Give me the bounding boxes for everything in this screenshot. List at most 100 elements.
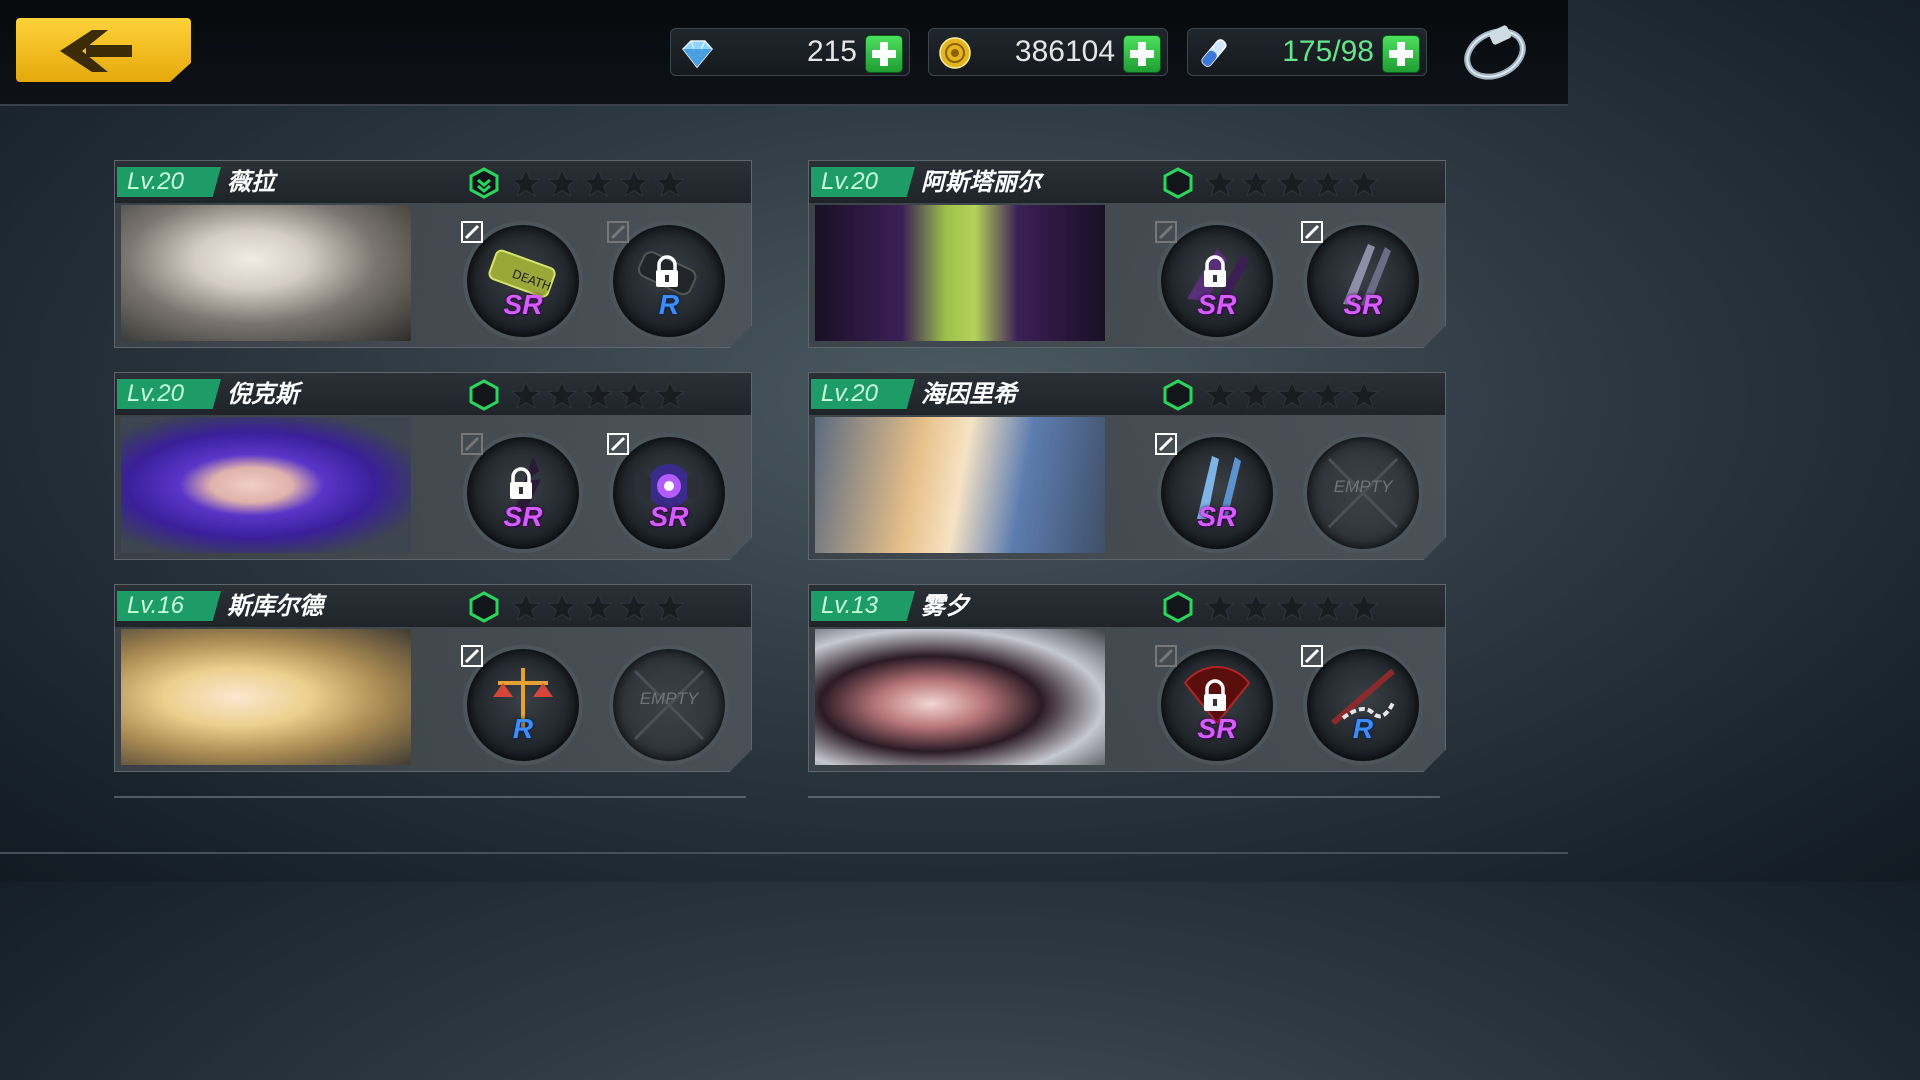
add-gold-button[interactable] <box>1123 35 1161 73</box>
rarity-label: SR <box>1197 501 1237 532</box>
rarity-label: SR <box>1197 713 1237 744</box>
star-icon <box>1349 380 1379 410</box>
star-icon <box>655 380 685 410</box>
empty-equip-slot[interactable]: EMPTY <box>1303 433 1423 553</box>
character-name: 阿斯塔丽尔 <box>921 168 1041 196</box>
upgrade-hex-icon[interactable] <box>469 167 499 199</box>
ring-icon[interactable] <box>1460 20 1530 84</box>
star-icon <box>511 592 541 622</box>
level-badge: Lv.20 <box>117 379 221 409</box>
star-rating <box>511 380 685 410</box>
level-badge: Lv.20 <box>811 379 915 409</box>
stamina-value: 175/98 <box>1282 35 1374 68</box>
star-icon <box>1349 592 1379 622</box>
crystal-value: 215 <box>806 35 857 68</box>
level-badge: Lv.13 <box>811 591 915 621</box>
character-name: 海因里希 <box>921 380 1017 408</box>
list-separator <box>808 796 1440 798</box>
coin-icon <box>939 37 971 69</box>
character-portrait[interactable] <box>815 629 1105 765</box>
character-card[interactable]: Lv.20 阿斯塔丽尔 SR SR <box>808 160 1446 348</box>
star-icon <box>1205 592 1235 622</box>
character-portrait[interactable] <box>121 629 411 765</box>
hex-icon[interactable] <box>1163 591 1193 623</box>
edit-icon <box>1155 221 1177 243</box>
list-separator <box>114 796 746 798</box>
empty-equip-slot[interactable]: EMPTY <box>609 645 729 765</box>
star-icon <box>1205 380 1235 410</box>
star-icon <box>1241 592 1271 622</box>
star-icon <box>547 592 577 622</box>
rarity-label: R <box>1352 713 1374 744</box>
rarity-label: SR <box>1343 289 1383 320</box>
character-portrait[interactable] <box>815 417 1105 553</box>
rarity-label: R <box>658 289 680 320</box>
character-name: 薇拉 <box>227 168 275 196</box>
character-card[interactable]: Lv.20 薇拉 DEATH SR R <box>114 160 752 348</box>
character-card[interactable]: Lv.20 海因里希 SR EMPTY <box>808 372 1446 560</box>
footer-divider <box>0 852 1568 854</box>
character-name: 倪克斯 <box>227 380 299 408</box>
star-icon <box>1277 168 1307 198</box>
star-rating <box>511 168 685 198</box>
star-icon <box>583 592 613 622</box>
level-badge: Lv.16 <box>117 591 221 621</box>
rarity-label: SR <box>649 501 689 532</box>
character-portrait[interactable] <box>121 417 411 553</box>
star-icon <box>1241 168 1271 198</box>
star-icon <box>1277 380 1307 410</box>
character-name: 雾夕 <box>921 592 969 620</box>
hex-icon[interactable] <box>469 591 499 623</box>
edit-icon[interactable] <box>461 645 483 667</box>
rarity-label: SR <box>1197 289 1237 320</box>
hex-icon[interactable] <box>1163 379 1193 411</box>
edit-icon[interactable] <box>1301 645 1323 667</box>
stamina-counter: 175/98 <box>1187 28 1427 76</box>
hex-icon[interactable] <box>1163 167 1193 199</box>
star-icon <box>1313 592 1343 622</box>
star-icon <box>619 592 649 622</box>
star-icon <box>619 168 649 198</box>
edit-icon[interactable] <box>1301 221 1323 243</box>
edit-icon[interactable] <box>1155 433 1177 455</box>
star-icon <box>583 380 613 410</box>
top-bar: 215 386104 175/98 <box>0 0 1568 106</box>
character-card[interactable]: Lv.13 雾夕 SR R <box>808 584 1446 772</box>
character-card[interactable]: Lv.16 斯库尔德 R EMPTY <box>114 584 752 772</box>
lock-icon <box>1204 679 1226 711</box>
edit-icon <box>461 433 483 455</box>
star-icon <box>547 380 577 410</box>
character-portrait[interactable] <box>121 205 411 341</box>
star-icon <box>1313 380 1343 410</box>
vial-icon <box>1201 39 1227 67</box>
lock-icon <box>656 255 678 287</box>
crystal-counter: 215 <box>670 28 910 76</box>
rarity-label: SR <box>503 501 543 532</box>
edit-icon[interactable] <box>461 221 483 243</box>
star-icon <box>511 168 541 198</box>
add-crystal-button[interactable] <box>865 35 903 73</box>
character-card[interactable]: Lv.20 倪克斯 SR SR <box>114 372 752 560</box>
character-portrait[interactable] <box>815 205 1105 341</box>
chevron-left-icon <box>60 30 132 72</box>
edit-icon[interactable] <box>607 433 629 455</box>
star-icon <box>511 380 541 410</box>
empty-label: EMPTY <box>1333 477 1393 496</box>
add-stamina-button[interactable] <box>1382 35 1420 73</box>
level-badge: Lv.20 <box>811 167 915 197</box>
star-icon <box>1277 592 1307 622</box>
edit-icon <box>1155 645 1177 667</box>
edit-icon <box>607 221 629 243</box>
rarity-label: SR <box>503 289 543 320</box>
crystal-icon <box>682 40 713 69</box>
star-icon <box>547 168 577 198</box>
empty-label: EMPTY <box>639 689 699 708</box>
character-name: 斯库尔德 <box>227 592 323 620</box>
star-icon <box>619 380 649 410</box>
star-icon <box>1349 168 1379 198</box>
gold-value: 386104 <box>1014 35 1115 68</box>
hex-icon[interactable] <box>469 379 499 411</box>
back-button[interactable] <box>16 18 191 82</box>
level-badge: Lv.20 <box>117 167 221 197</box>
star-icon <box>655 168 685 198</box>
